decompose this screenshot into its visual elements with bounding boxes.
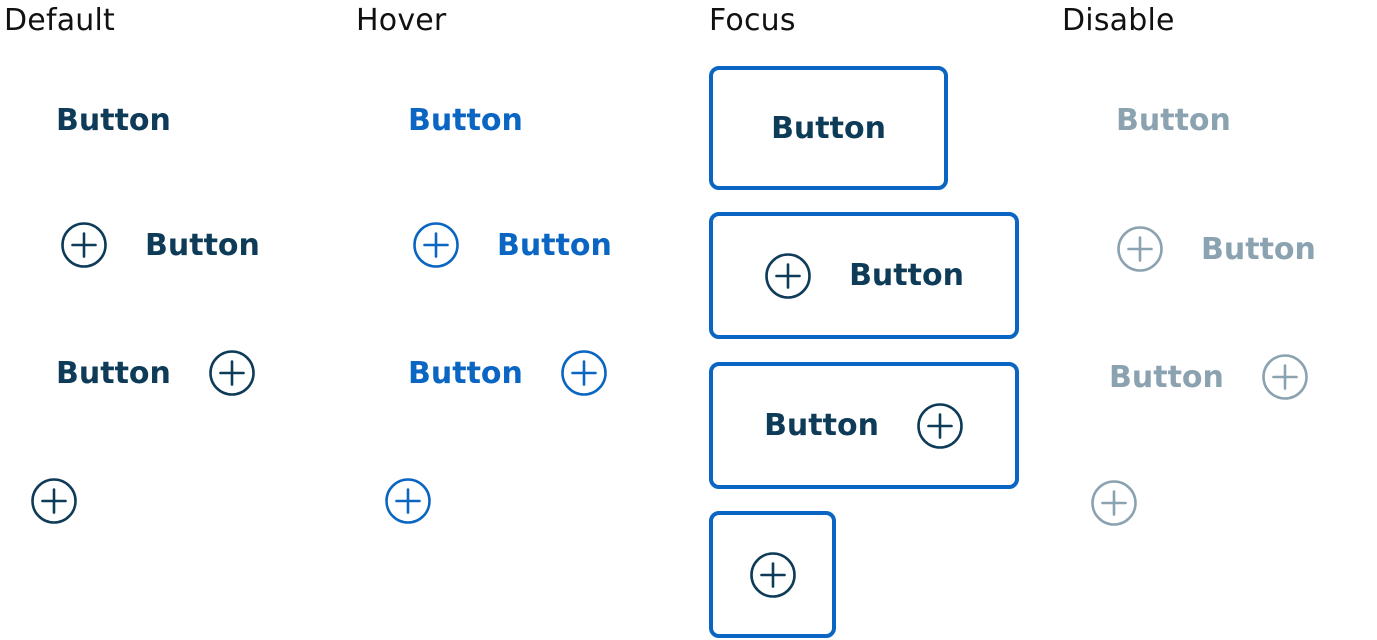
hover-icon-only-button[interactable] bbox=[384, 476, 432, 526]
plus-circle-icon bbox=[30, 477, 78, 525]
plus-circle-icon bbox=[1116, 225, 1164, 273]
plus-circle-icon bbox=[1261, 353, 1309, 401]
button-label: Button bbox=[408, 102, 523, 138]
plus-circle-icon bbox=[749, 551, 797, 599]
default-text-button[interactable]: Button bbox=[56, 98, 171, 142]
button-label: Button bbox=[1116, 102, 1231, 138]
plus-circle-icon bbox=[208, 349, 256, 397]
button-label: Button bbox=[1201, 231, 1316, 267]
button-label: Button bbox=[56, 102, 171, 138]
hover-icon-right-button[interactable]: Button bbox=[408, 348, 608, 398]
focus-icon-left-button[interactable]: Button bbox=[709, 212, 1019, 339]
disabled-icon-left-button: Button bbox=[1116, 224, 1316, 274]
disabled-icon-right-button: Button bbox=[1109, 352, 1309, 402]
focus-icon-only-button[interactable] bbox=[709, 511, 836, 638]
default-icon-only-button[interactable] bbox=[30, 476, 78, 526]
focus-text-button[interactable]: Button bbox=[709, 66, 948, 190]
plus-circle-icon bbox=[1090, 479, 1138, 527]
disabled-icon-only-button bbox=[1090, 478, 1138, 528]
button-label: Button bbox=[56, 355, 171, 391]
default-icon-right-button[interactable]: Button bbox=[56, 348, 256, 398]
column-focus: Focus Button Button Button bbox=[709, 0, 1049, 640]
column-disable: Disable Button Button Button bbox=[1062, 0, 1377, 640]
hover-text-button[interactable]: Button bbox=[408, 98, 523, 142]
plus-circle-icon bbox=[916, 402, 964, 450]
plus-circle-icon bbox=[560, 349, 608, 397]
plus-circle-icon bbox=[412, 221, 460, 269]
default-icon-left-button[interactable]: Button bbox=[60, 220, 260, 270]
focus-icon-right-button[interactable]: Button bbox=[709, 362, 1019, 489]
button-label: Button bbox=[1109, 359, 1224, 395]
button-label: Button bbox=[771, 110, 886, 146]
column-title-hover: Hover bbox=[356, 3, 447, 38]
button-label: Button bbox=[497, 227, 612, 263]
hover-icon-left-button[interactable]: Button bbox=[412, 220, 612, 270]
plus-circle-icon bbox=[764, 252, 812, 300]
column-title-default: Default bbox=[4, 3, 116, 38]
column-title-disable: Disable bbox=[1062, 3, 1175, 38]
button-label: Button bbox=[849, 258, 964, 293]
column-title-focus: Focus bbox=[709, 3, 796, 38]
plus-circle-icon bbox=[384, 477, 432, 525]
button-label: Button bbox=[764, 408, 879, 443]
plus-circle-icon bbox=[60, 221, 108, 269]
button-label: Button bbox=[145, 227, 260, 263]
disabled-text-button: Button bbox=[1116, 98, 1231, 142]
column-hover: Hover Button Button Button bbox=[356, 0, 696, 640]
column-default: Default Button Button Button bbox=[4, 0, 344, 640]
button-label: Button bbox=[408, 355, 523, 391]
